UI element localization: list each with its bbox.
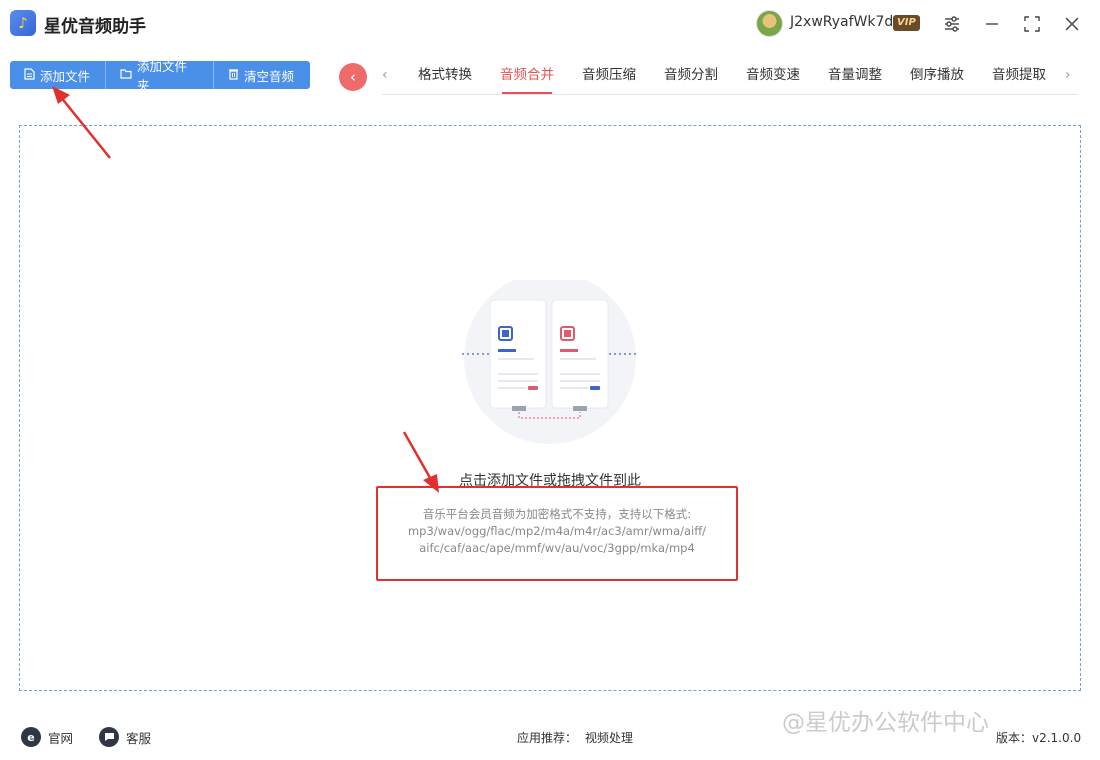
watermark: @星优办公软件中心 <box>782 710 989 736</box>
tab-format-convert[interactable]: 格式转换 <box>404 60 486 94</box>
app-logo-icon: ♪ <box>10 10 36 36</box>
clear-audio-button[interactable]: 清空音频 <box>214 61 310 89</box>
user-name[interactable]: J2xwRyafWk7d <box>790 14 893 30</box>
clear-audio-label: 清空音频 <box>244 68 295 84</box>
chat-bubble-icon <box>99 727 119 747</box>
tabs-prev-chevron-icon[interactable]: ‹ <box>382 67 388 83</box>
title-bar: ♪ 星优音频助手 J2xwRyafWk7d VIP <box>0 0 1100 48</box>
recommend-video-link[interactable]: 视频处理 <box>585 731 633 745</box>
back-button[interactable]: ‹ <box>339 63 367 91</box>
website-link[interactable]: e 官网 <box>21 727 73 747</box>
close-icon[interactable] <box>1060 12 1084 36</box>
add-file-button[interactable]: 添加文件 <box>10 61 106 89</box>
user-avatar[interactable] <box>756 10 783 37</box>
formats-note: 音乐平台会员音频为加密格式不支持，支持以下格式: <box>422 507 692 521</box>
maximize-icon[interactable] <box>1020 12 1044 36</box>
app-title: 星优音频助手 <box>44 17 146 37</box>
add-file-label: 添加文件 <box>40 68 91 84</box>
tab-audio-split[interactable]: 音频分割 <box>650 60 732 94</box>
settings-icon[interactable] <box>940 12 964 36</box>
formats-list-line-1: mp3/wav/ogg/flac/mp2/m4a/m4r/ac3/amr/wma… <box>407 524 707 538</box>
minimize-icon[interactable] <box>980 12 1004 36</box>
toolbar: 添加文件 添加文件夹 清空音频 <box>10 61 310 89</box>
tabs-divider <box>382 94 1078 95</box>
vip-badge: VIP <box>893 15 920 31</box>
tab-audio-extract[interactable]: 音频提取 <box>978 60 1060 94</box>
add-folder-button[interactable]: 添加文件夹 <box>106 61 214 89</box>
folder-icon <box>120 68 132 82</box>
support-link[interactable]: 客服 <box>99 727 151 747</box>
app-recommend: 应用推荐： 视频处理 <box>517 729 633 746</box>
function-tabs: 格式转换 音频合并 音频压缩 音频分割 音频变速 音量调整 倒序播放 音频提取 <box>404 60 1060 94</box>
formats-list-line-2: aifc/caf/aac/ape/mmf/wv/au/voc/3gpp/mka/… <box>419 541 695 555</box>
tab-audio-merge[interactable]: 音频合并 <box>486 60 568 94</box>
tab-audio-compress[interactable]: 音频压缩 <box>568 60 650 94</box>
supported-formats-box: 音乐平台会员音频为加密格式不支持，支持以下格式: mp3/wav/ogg/fla… <box>376 486 738 581</box>
tabs-next-chevron-icon[interactable]: › <box>1065 67 1071 83</box>
file-icon <box>24 67 35 83</box>
trash-icon <box>228 68 239 83</box>
version-text: 版本：v2.1.0.0 <box>996 731 1082 745</box>
merge-illustration-icon <box>462 280 638 444</box>
add-folder-label: 添加文件夹 <box>137 61 188 89</box>
tab-volume-adjust[interactable]: 音量调整 <box>814 60 896 94</box>
recommend-label: 应用推荐： <box>517 731 578 745</box>
tab-audio-speed[interactable]: 音频变速 <box>732 60 814 94</box>
support-label: 客服 <box>126 730 152 746</box>
browser-e-icon: e <box>21 727 41 747</box>
website-label: 官网 <box>48 730 74 746</box>
chevron-left-icon: ‹ <box>350 68 356 86</box>
tab-reverse-play[interactable]: 倒序播放 <box>896 60 978 94</box>
